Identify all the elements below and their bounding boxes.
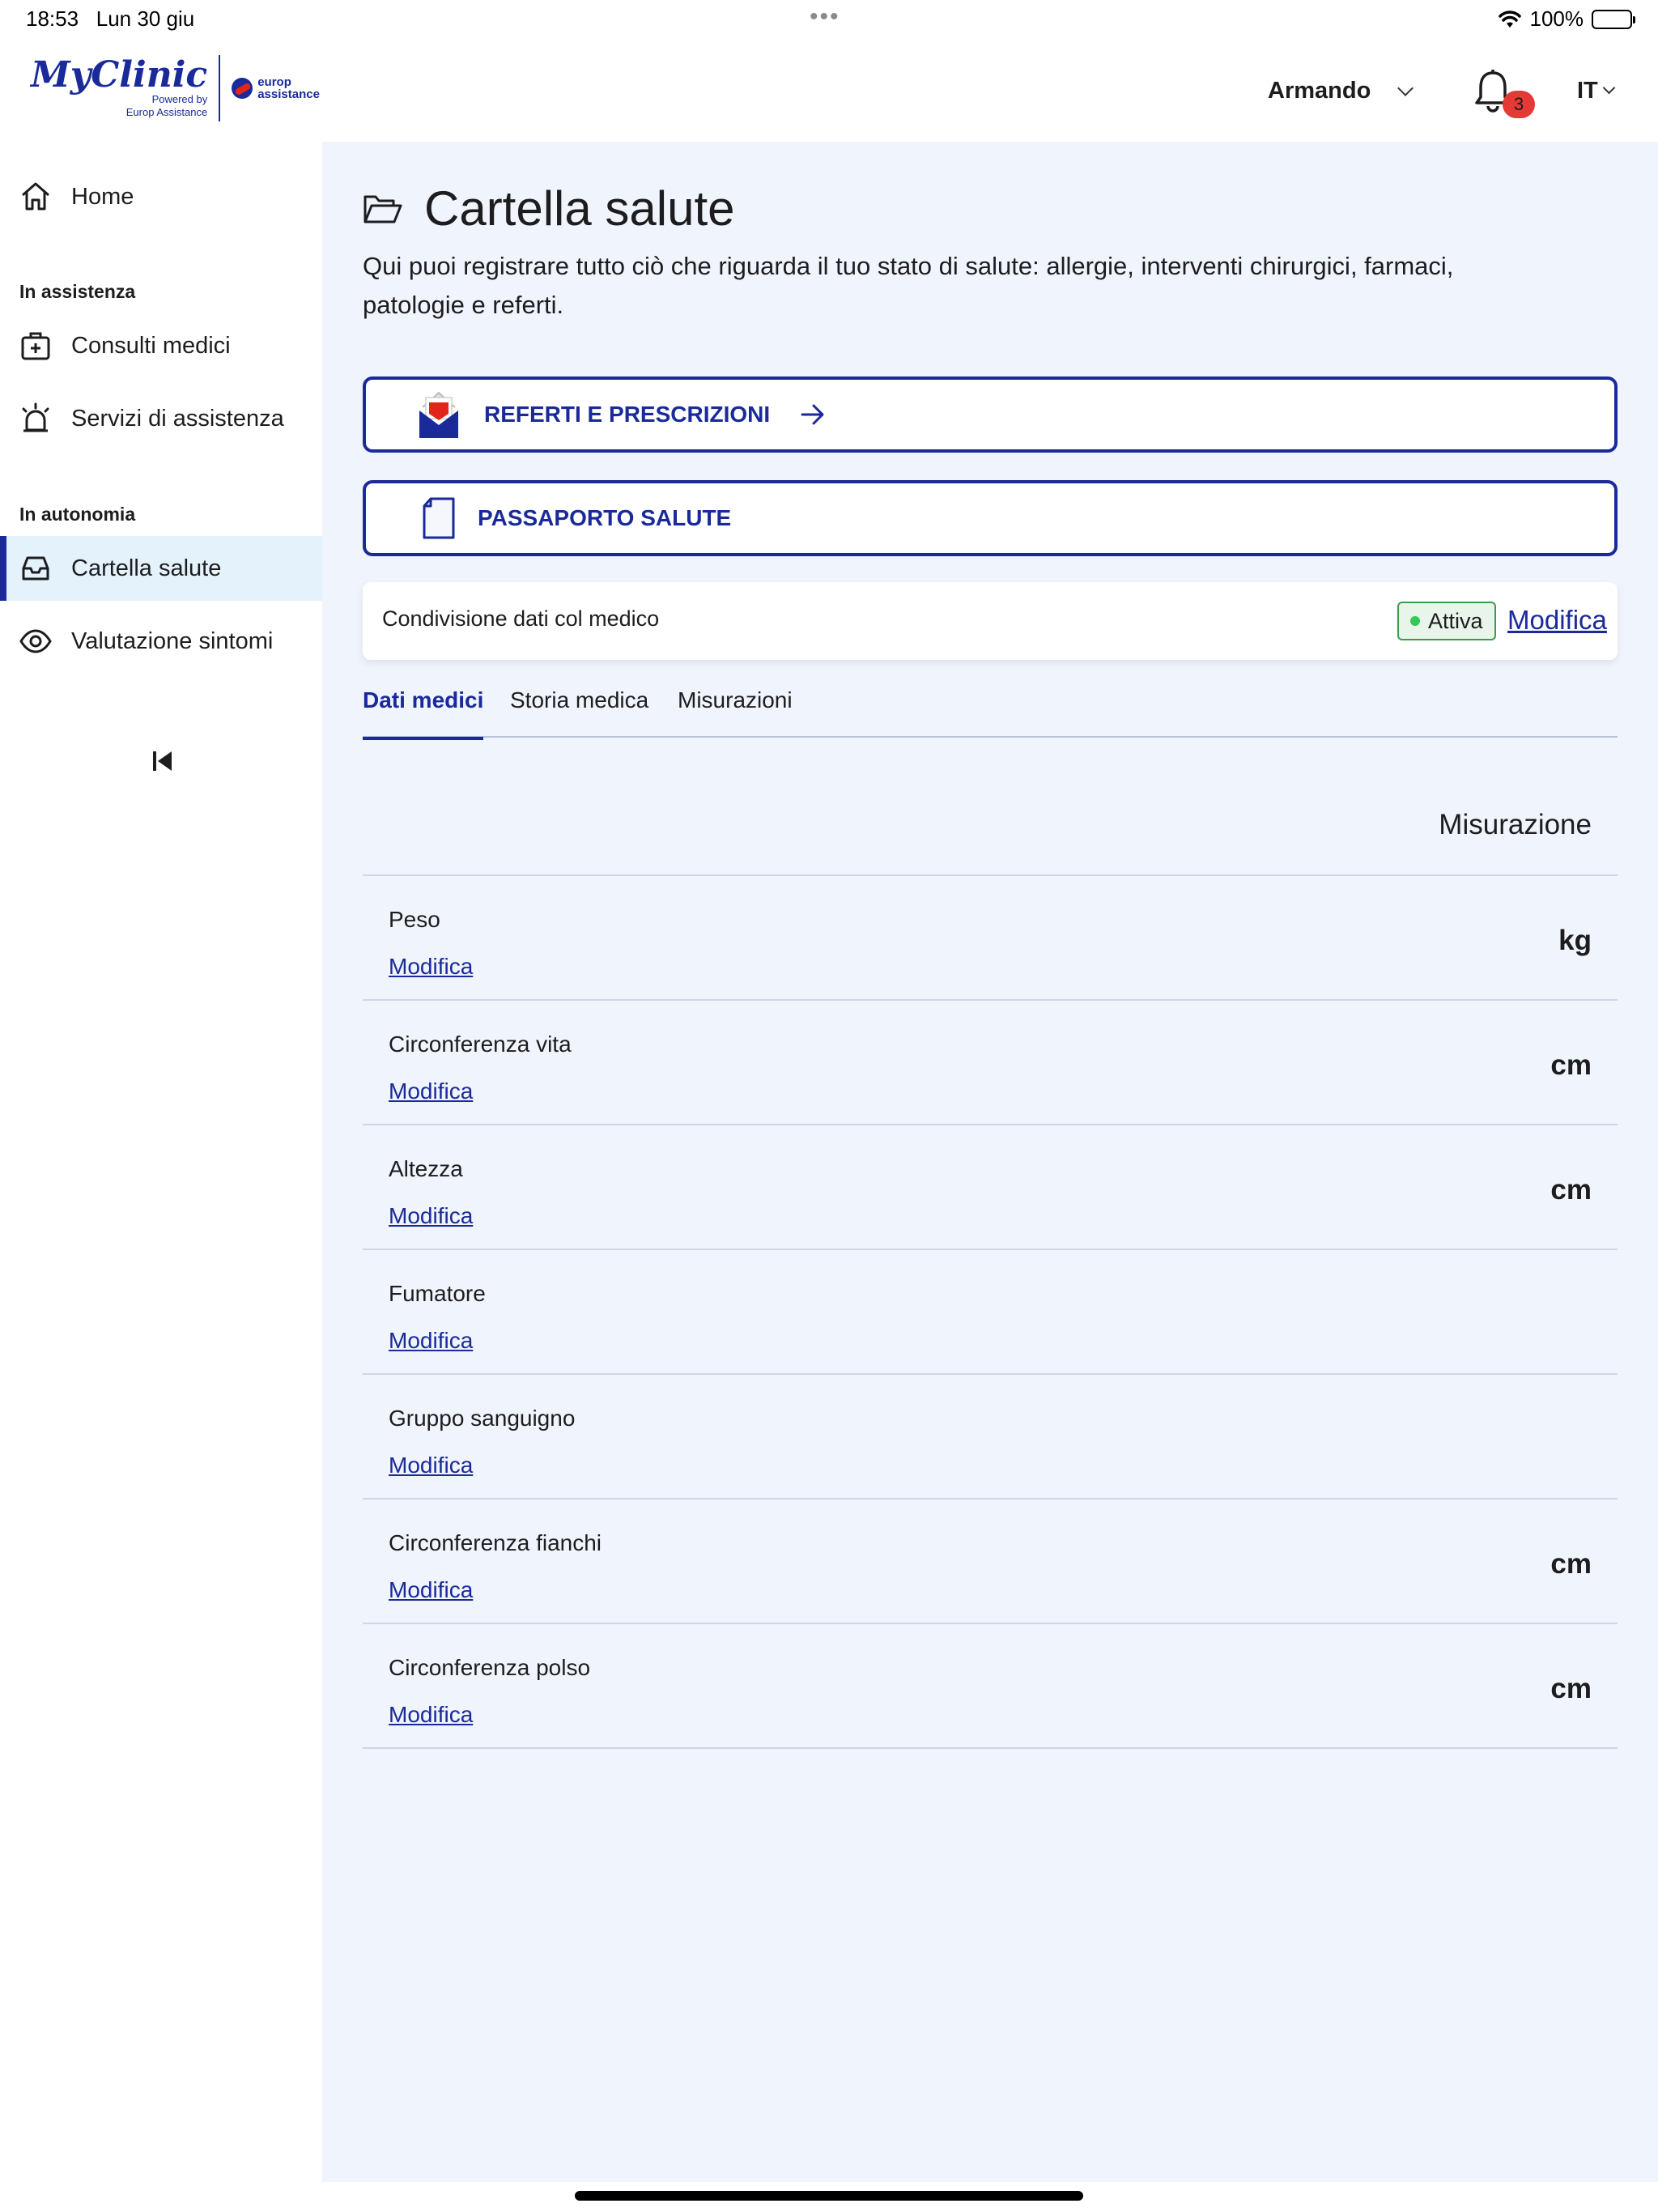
- sidebar-item-servizi[interactable]: Servizi di assistenza: [0, 386, 322, 451]
- table-row: Circonferenza fianchi Modifica cm: [363, 1499, 1618, 1624]
- sidebar-item-label: Cartella salute: [71, 555, 222, 581]
- row-unit: kg: [1558, 925, 1592, 956]
- edit-link[interactable]: Modifica: [389, 1203, 473, 1229]
- page-description: Qui puoi registrare tutto ciò che riguar…: [363, 252, 1454, 319]
- edit-link[interactable]: Modifica: [389, 1078, 473, 1104]
- user-name: Armando: [1268, 78, 1371, 104]
- status-bar: 18:53 Lun 30 giu ••• 100%: [0, 0, 1658, 40]
- edit-link[interactable]: Modifica: [389, 1328, 473, 1354]
- row-name: Circonferenza polso: [389, 1655, 591, 1680]
- sidebar-item-label: Home: [71, 183, 134, 210]
- partner-logo: europ assistance: [220, 76, 320, 100]
- edit-link[interactable]: Modifica: [389, 1577, 473, 1603]
- section-label: In assistenza: [19, 281, 136, 302]
- multitask-dots[interactable]: •••: [810, 3, 840, 31]
- table-row: Altezza Modifica cm: [363, 1125, 1618, 1250]
- data-sharing-label: Condivisione dati col medico: [382, 606, 660, 631]
- eye-icon: [18, 623, 53, 659]
- sidebar-item-valutazione[interactable]: Valutazione sintomi: [0, 609, 322, 674]
- column-header-misurazione: Misurazione: [1439, 809, 1592, 840]
- medical-case-icon: [18, 328, 53, 364]
- page-title-text: Cartella salute: [424, 181, 735, 236]
- notification-badge: 3: [1503, 91, 1535, 118]
- alarm-siren-icon: [18, 401, 53, 436]
- main-content: Cartella salute Qui puoi registrare tutt…: [322, 142, 1658, 2182]
- status-badge: Attiva: [1397, 602, 1496, 640]
- document-icon: [416, 494, 461, 542]
- table-row: Gruppo sanguigno Modifica: [363, 1375, 1618, 1499]
- sidebar-item-consulti[interactable]: Consulti medici: [0, 313, 322, 378]
- section-label: In autonomia: [19, 504, 136, 525]
- passaporto-button-label: PASSAPORTO SALUTE: [478, 505, 732, 530]
- tab-storia-medica[interactable]: Storia medica: [510, 687, 648, 738]
- sidebar-item-home[interactable]: Home: [0, 164, 322, 229]
- edit-link[interactable]: Modifica: [389, 954, 473, 980]
- status-time: 18:53 Lun 30 giu: [26, 6, 195, 31]
- home-icon: [18, 179, 53, 215]
- battery-percent: 100%: [1529, 6, 1584, 31]
- row-name: Circonferenza fianchi: [389, 1530, 602, 1555]
- sidebar-item-label: Consulti medici: [71, 332, 231, 359]
- row-name: Fumatore: [389, 1281, 486, 1306]
- language-selector[interactable]: IT: [1577, 78, 1616, 104]
- table-row: Circonferenza polso Modifica cm: [363, 1624, 1618, 1749]
- user-menu[interactable]: Armando: [1268, 78, 1414, 104]
- partner-mark-icon: [232, 78, 253, 99]
- row-unit: cm: [1550, 1049, 1592, 1081]
- language-label: IT: [1577, 78, 1598, 104]
- collapse-sidebar-icon[interactable]: [151, 749, 175, 773]
- table-row: Peso Modifica kg: [363, 876, 1618, 1001]
- referti-button[interactable]: REFERTI E PRESCRIZIONI: [363, 376, 1618, 453]
- table-row: Circonferenza vita Modifica cm: [363, 1001, 1618, 1125]
- app-header: MyClinic Powered by Europ Assistance eur…: [0, 40, 1658, 142]
- tab-misurazioni[interactable]: Misurazioni: [678, 687, 793, 738]
- row-name: Peso: [389, 907, 440, 932]
- status-right: 100%: [1498, 6, 1635, 32]
- chevron-down-icon: [1397, 79, 1414, 96]
- edit-link[interactable]: Modifica: [389, 1453, 473, 1478]
- edit-link[interactable]: Modifica: [389, 1702, 473, 1728]
- data-sharing-card: Condivisione dati col medico Attiva Modi…: [363, 582, 1618, 660]
- app-logo[interactable]: MyClinic Powered by Europ Assistance eur…: [31, 55, 320, 121]
- sidebar-item-cartella[interactable]: Cartella salute: [0, 536, 322, 601]
- row-name: Circonferenza vita: [389, 1032, 572, 1057]
- table-row: Fumatore Modifica: [363, 1250, 1618, 1375]
- page-title: Cartella salute: [363, 181, 735, 236]
- row-name: Gruppo sanguigno: [389, 1406, 576, 1431]
- sidebar-item-label: Valutazione sintomi: [71, 627, 274, 654]
- envelope-icon: [416, 390, 461, 439]
- home-indicator[interactable]: [575, 2191, 1083, 2201]
- battery-icon: [1592, 9, 1635, 29]
- row-unit: cm: [1550, 1548, 1592, 1580]
- passaporto-button[interactable]: PASSAPORTO SALUTE: [363, 480, 1618, 556]
- chevron-down-icon: [1602, 81, 1616, 95]
- status-dot-icon: [1410, 616, 1420, 626]
- referti-button-label: REFERTI E PRESCRIZIONI: [484, 402, 771, 427]
- brand-logo: MyClinic Powered by Europ Assistance: [31, 55, 221, 121]
- sidebar-item-label: Servizi di assistenza: [71, 405, 284, 432]
- tab-dati-medici[interactable]: Dati medici: [363, 687, 484, 740]
- row-unit: cm: [1550, 1673, 1592, 1704]
- folder-open-icon: [363, 195, 402, 223]
- arrow-right-icon: [801, 404, 824, 425]
- wifi-icon: [1498, 10, 1521, 28]
- row-name: Altezza: [389, 1156, 463, 1181]
- tabs-bar: Dati medici Storia medica Misurazioni: [363, 687, 1618, 740]
- row-unit: cm: [1550, 1174, 1592, 1206]
- sidebar: Home In assistenza Consulti medici Servi…: [0, 142, 322, 2182]
- inbox-icon: [18, 551, 53, 586]
- edit-sharing-link[interactable]: Modifica: [1507, 605, 1607, 636]
